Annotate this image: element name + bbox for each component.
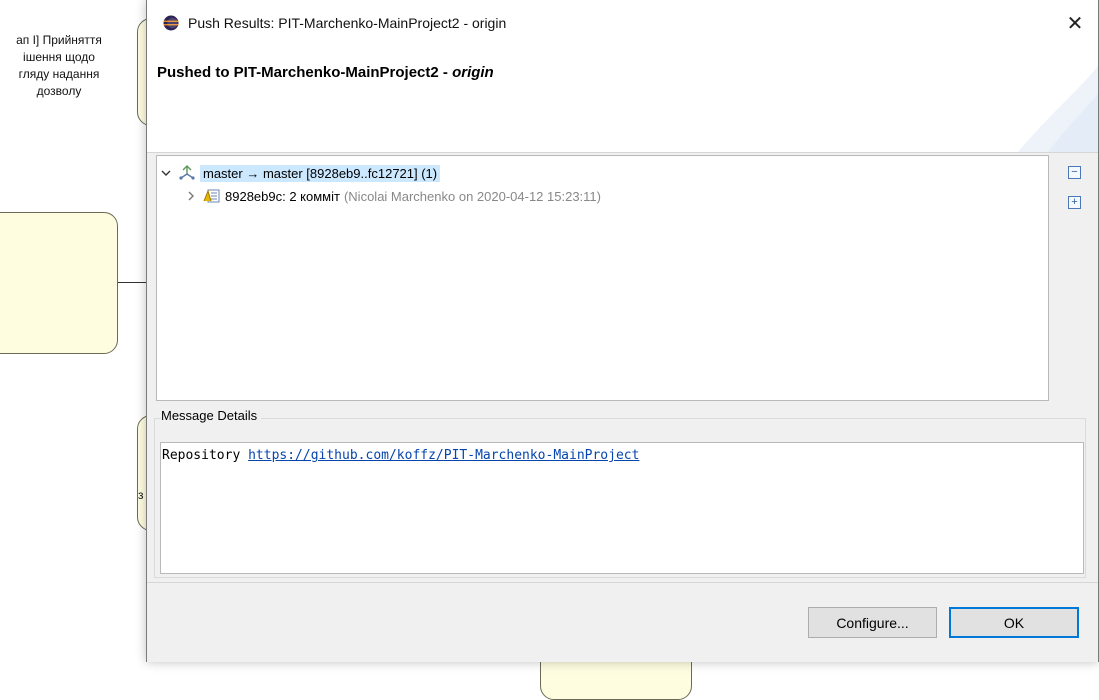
message-details-text[interactable]: Repository https://github.com/koffz/PIT-…	[160, 442, 1084, 574]
push-results-dialog: Push Results: PIT-Marchenko-MainProject2…	[146, 0, 1099, 662]
repository-prefix: Repository	[162, 448, 249, 463]
ok-button[interactable]: OK	[949, 607, 1079, 638]
commit-detail: (Nicolai Marchenko on 2020-04-12 15:23:1…	[343, 188, 601, 204]
diagram-node-line: ап I] Прийняття	[16, 33, 102, 47]
expand-icon: +	[1071, 196, 1078, 208]
commit-icon	[203, 189, 220, 203]
title-bar[interactable]: Push Results: PIT-Marchenko-MainProject2…	[147, 0, 1098, 46]
diagram-node-line: ішення щодо	[23, 50, 95, 64]
tree-ref-label: master → master [8928eb9..fc12721] (1)	[200, 164, 441, 182]
header-title-prefix: Pushed to PIT-Marchenko-MainProject2 -	[157, 64, 453, 81]
diagram-connector	[118, 282, 148, 283]
dialog-footer: Configure... OK	[147, 582, 1098, 662]
diagram-node-line: гляду надання	[18, 67, 100, 81]
push-ref-icon	[179, 165, 195, 180]
repository-link[interactable]: https://github.com/koffz/PIT-Marchenko-M…	[248, 448, 639, 463]
diagram-node-line: дозволу	[36, 84, 82, 98]
configure-button[interactable]: Configure...	[808, 607, 937, 638]
push-results-tree[interactable]: master → master [8928eb9..fc12721] (1) 8…	[156, 155, 1049, 401]
header-title-origin: origin	[452, 64, 494, 81]
collapse-all-button[interactable]: −	[1068, 166, 1081, 179]
chevron-down-icon[interactable]	[158, 169, 174, 177]
dialog-title: Push Results: PIT-Marchenko-MainProject2…	[188, 15, 507, 31]
message-details-label: Message Details	[161, 408, 262, 423]
header-decoration	[1018, 66, 1098, 152]
header-title: Pushed to PIT-Marchenko-MainProject2 - o…	[157, 64, 494, 81]
close-icon: ✕	[1066, 12, 1084, 35]
commit-label: 8928eb9c: 2 комміт	[225, 188, 340, 204]
collapse-icon: −	[1071, 166, 1078, 178]
diagram-node	[0, 212, 118, 354]
tree-row-ref[interactable]: master → master [8928eb9..fc12721] (1)	[158, 163, 441, 183]
tree-row-commit[interactable]: 8928eb9c: 2 комміт (Nicolai Marchenko on…	[183, 186, 601, 206]
eclipse-icon	[163, 15, 179, 31]
close-button[interactable]: ✕	[1052, 0, 1098, 46]
chevron-right-icon[interactable]	[183, 191, 199, 201]
message-details-group: Message Details Repository https://githu…	[154, 408, 1086, 578]
dialog-body: master → master [8928eb9..fc12721] (1) 8…	[147, 152, 1098, 583]
dialog-header: Pushed to PIT-Marchenko-MainProject2 - o…	[147, 46, 1098, 152]
diagram-node-text: ап I] Прийняття ішення щодо гляду наданн…	[0, 32, 118, 100]
diagram-node-text: з	[138, 488, 144, 502]
expand-all-button[interactable]: +	[1068, 196, 1081, 209]
